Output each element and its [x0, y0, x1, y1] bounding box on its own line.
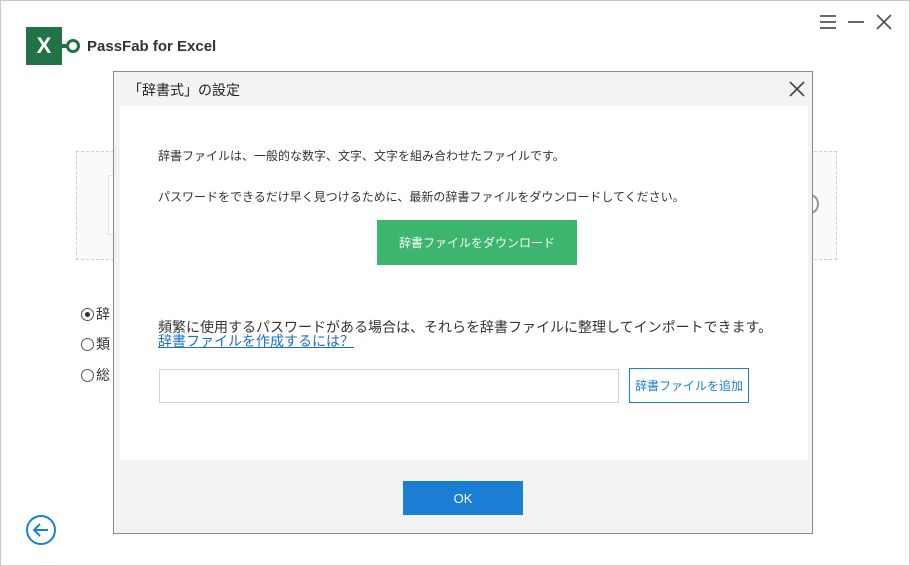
- excel-logo-icon: X: [26, 27, 62, 65]
- radio-option-bruteforce[interactable]: 総: [81, 365, 110, 385]
- radio-label: 辞: [96, 307, 110, 323]
- back-button[interactable]: [26, 515, 56, 545]
- radio-option-similar[interactable]: 類: [81, 334, 110, 354]
- dictionary-path-input[interactable]: [159, 369, 619, 403]
- download-dictionary-button[interactable]: 辞書ファイルをダウンロード: [377, 220, 577, 265]
- close-icon: [789, 81, 805, 97]
- dialog-header: 「辞書式」の設定: [114, 72, 812, 106]
- radio-option-dictionary[interactable]: 辞: [81, 304, 110, 324]
- ok-button[interactable]: OK: [403, 481, 523, 515]
- radio-label: 類: [96, 337, 110, 353]
- dialog-close-button[interactable]: [786, 78, 808, 100]
- radio-label: 総: [96, 368, 110, 384]
- dictionary-description: 辞書ファイルは、一般的な数字、文字、文字を組み合わせたファイルです。: [158, 149, 565, 163]
- dialog-body: 辞書ファイルは、一般的な数字、文字、文字を組み合わせたファイルです。 パスワード…: [120, 106, 808, 460]
- radio-unselected-icon[interactable]: [81, 368, 94, 382]
- key-ring-icon: [66, 39, 80, 53]
- dialog-title: 「辞書式」の設定: [128, 83, 240, 99]
- app-logo: X: [26, 27, 80, 65]
- download-instruction: パスワードをできるだけ早く見つけるために、最新の辞書ファイルをダウンロードしてく…: [158, 190, 685, 204]
- hamburger-icon[interactable]: [817, 11, 839, 33]
- radio-selected-icon[interactable]: [81, 307, 94, 321]
- radio-unselected-icon[interactable]: [81, 337, 94, 351]
- arrow-left-icon: [32, 523, 48, 537]
- add-dictionary-button[interactable]: 辞書ファイルを追加: [629, 368, 749, 403]
- dictionary-settings-dialog: 「辞書式」の設定 辞書ファイルは、一般的な数字、文字、文字を組み合わせたファイル…: [113, 71, 813, 534]
- close-icon[interactable]: [873, 11, 895, 33]
- app-title: PassFab for Excel: [87, 38, 217, 55]
- minimize-icon[interactable]: [845, 11, 867, 33]
- window-controls: [817, 11, 895, 33]
- app-window: X PassFab for Excel 辞 類 総 「辞書式」の設定 辞書ファイ…: [0, 0, 910, 566]
- create-dictionary-help-link[interactable]: 辞書ファイルを作成するには？: [158, 331, 354, 351]
